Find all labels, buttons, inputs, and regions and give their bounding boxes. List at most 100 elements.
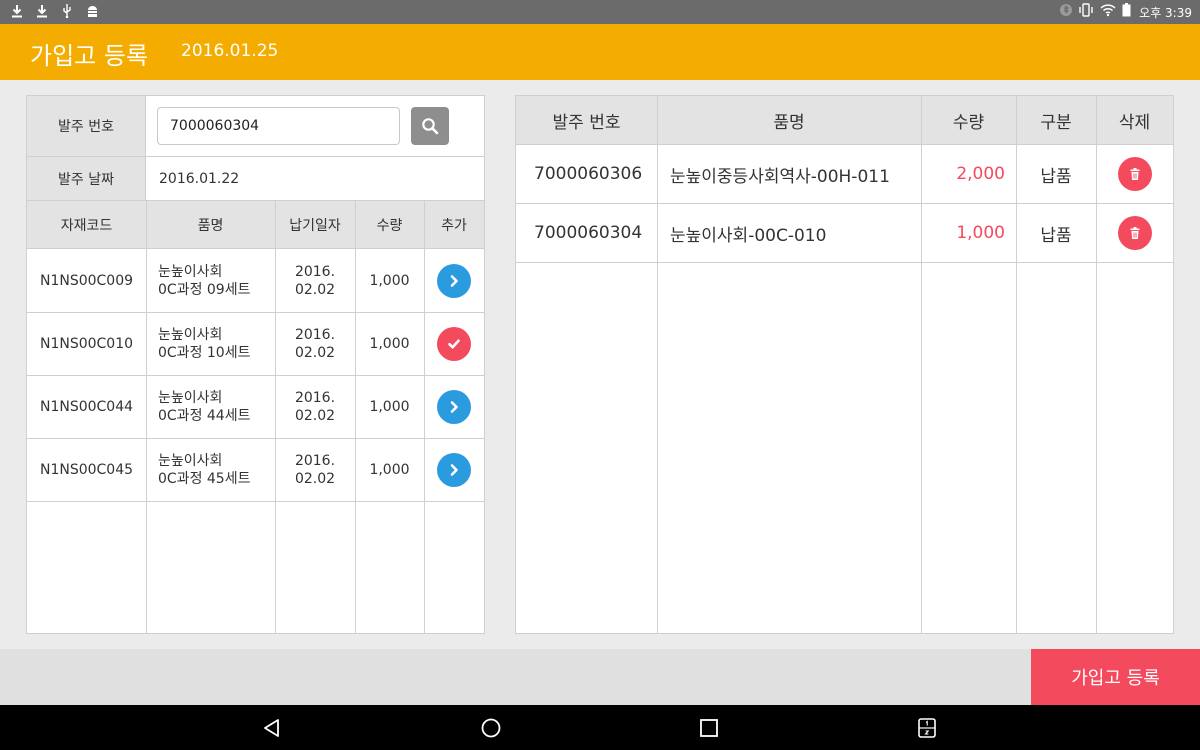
delete-button[interactable] xyxy=(1117,216,1152,250)
due-date-line2: 02.02 xyxy=(294,408,336,424)
item-name-line2: 0C과정 45세트 xyxy=(158,471,251,487)
bluetooth-icon xyxy=(1060,3,1073,21)
po-number-label: 발주 번호 xyxy=(27,96,146,156)
header-item-name: 품명 xyxy=(197,217,224,234)
due-date-line1: 2016. xyxy=(294,264,336,280)
trash-icon xyxy=(1130,227,1139,239)
table-row[interactable]: 7000060304 눈높이사회-00C-010 1,000 납품 xyxy=(516,204,1173,263)
header-due-date: 납기일자 xyxy=(289,217,341,234)
material-code: N1NS00C044 xyxy=(39,399,134,415)
wifi-icon xyxy=(1100,3,1116,21)
table-row[interactable]: 7000060306 눈높이중등사회역사-00H-011 2,000 납품 xyxy=(516,145,1173,204)
home-button[interactable] xyxy=(478,715,504,741)
bottom-action-bar xyxy=(0,649,1200,705)
due-date-line1: 2016. xyxy=(294,390,336,406)
due-date: 2016. 02.02 xyxy=(275,313,355,375)
quantity: 1,000 xyxy=(369,273,410,289)
back-button[interactable] xyxy=(259,715,285,741)
status-bar: 오후 3:39 xyxy=(0,0,1200,24)
due-date-line2: 02.02 xyxy=(294,345,336,361)
download-icon xyxy=(10,3,24,19)
header-item-name: 품명 xyxy=(773,112,805,133)
item-name: 눈높이사회 0C과정 09세트 xyxy=(158,250,273,312)
item-name-line2: 0C과정 10세트 xyxy=(158,345,251,361)
add-cell xyxy=(424,439,484,501)
delete-cell xyxy=(1096,145,1173,203)
table-row[interactable]: N1NS00C010 눈높이사회 0C과정 10세트 2016. 02.02 1… xyxy=(27,313,484,376)
item-name: 눈높이사회 0C과정 44세트 xyxy=(158,376,273,438)
header-quantity: 수량 xyxy=(376,217,403,234)
po-number-row: 발주 번호 xyxy=(27,96,484,157)
due-date: 2016. 02.02 xyxy=(275,250,355,312)
table-row[interactable]: N1NS00C045 눈높이사회 0C과정 45세트 2016. 02.02 1… xyxy=(27,439,484,502)
item-name: 눈높이사회-00C-010 xyxy=(670,225,827,246)
app-bar: 가입고 등록 2016.01.25 xyxy=(0,24,1200,80)
table-row[interactable]: N1NS00C009 눈높이사회 0C과정 09세트 2016. 02.02 1… xyxy=(27,250,484,313)
material-code: N1NS00C045 xyxy=(39,462,134,478)
header-quantity: 수량 xyxy=(952,112,985,133)
po-date-row: 발주 날짜 2016.01.22 xyxy=(27,157,484,201)
back-icon xyxy=(264,719,279,737)
chevron-right-icon xyxy=(450,275,458,287)
trash-icon xyxy=(1130,168,1139,180)
quantity: 2,000 xyxy=(956,164,1005,184)
quantity: 1,000 xyxy=(369,462,410,478)
due-date-line2: 02.02 xyxy=(294,282,336,298)
po-number-input[interactable] xyxy=(157,107,400,145)
due-date-line2: 02.02 xyxy=(294,471,336,487)
po-date-label: 발주 날짜 xyxy=(27,157,146,200)
header-type: 구분 xyxy=(1040,112,1072,133)
item-name: 눈높이중등사회역사-00H-011 xyxy=(670,166,890,187)
po-date-value: 2016.01.22 xyxy=(159,170,240,187)
delete-cell xyxy=(1096,204,1173,262)
add-button[interactable] xyxy=(437,390,471,424)
download-icon xyxy=(35,3,49,19)
item-name-line2: 0C과정 09세트 xyxy=(158,282,251,298)
page-date: 2016.01.25 xyxy=(181,41,279,61)
due-date: 2016. 02.02 xyxy=(275,376,355,438)
header-po-number: 발주 번호 xyxy=(552,112,621,133)
add-cell xyxy=(424,313,484,375)
recents-icon xyxy=(700,719,718,737)
usb-icon xyxy=(60,3,74,19)
submit-receipt-button[interactable]: 가입고 등록 xyxy=(1031,649,1200,705)
item-name-line2: 0C과정 44세트 xyxy=(158,408,251,424)
battery-icon xyxy=(1122,3,1131,21)
material-table-header: 자재코드 품명 납기일자 수량 추가 xyxy=(27,201,484,249)
add-button[interactable] xyxy=(437,264,471,298)
multi-window-button[interactable] xyxy=(914,715,940,741)
header-material-code: 자재코드 xyxy=(60,217,113,234)
item-name-line1: 눈높이사회 xyxy=(158,264,223,280)
system-nav-bar xyxy=(0,705,1200,750)
table-row[interactable]: N1NS00C044 눈높이사회 0C과정 44세트 2016. 02.02 1… xyxy=(27,376,484,439)
quantity: 1,000 xyxy=(369,399,410,415)
receipt-type: 납품 xyxy=(1040,166,1072,187)
quantity: 1,000 xyxy=(369,336,410,352)
chevron-right-icon xyxy=(450,464,458,476)
item-name: 눈높이사회 0C과정 45세트 xyxy=(158,439,273,501)
receipt-list-panel: 발주 번호 품명 수량 구분 삭제 7000060306 눈높이중등사회역사-0… xyxy=(515,95,1174,634)
search-button[interactable] xyxy=(411,107,449,145)
added-button[interactable] xyxy=(437,327,471,361)
status-bar-system: 오후 3:39 xyxy=(1060,3,1192,21)
check-icon xyxy=(448,339,460,349)
item-name-line1: 눈높이사회 xyxy=(158,327,223,343)
recents-button[interactable] xyxy=(696,715,722,741)
status-time: 오후 3:39 xyxy=(1139,5,1192,20)
android-debug-icon xyxy=(85,3,99,19)
header-add: 추가 xyxy=(441,217,467,234)
home-icon xyxy=(481,718,501,738)
multi-window-icon xyxy=(918,718,936,738)
search-icon xyxy=(422,118,439,135)
add-cell xyxy=(424,250,484,312)
header-delete: 삭제 xyxy=(1118,112,1151,133)
due-date-line1: 2016. xyxy=(294,453,336,469)
add-button[interactable] xyxy=(437,453,471,487)
item-name: 눈높이사회 0C과정 10세트 xyxy=(158,313,273,375)
receipt-table-header: 발주 번호 품명 수량 구분 삭제 xyxy=(516,96,1173,145)
item-name-line1: 눈높이사회 xyxy=(158,453,223,469)
delete-button[interactable] xyxy=(1117,157,1152,191)
po-number: 7000060304 xyxy=(534,223,643,243)
receipt-type: 납품 xyxy=(1040,225,1072,246)
due-date-line1: 2016. xyxy=(294,327,336,343)
